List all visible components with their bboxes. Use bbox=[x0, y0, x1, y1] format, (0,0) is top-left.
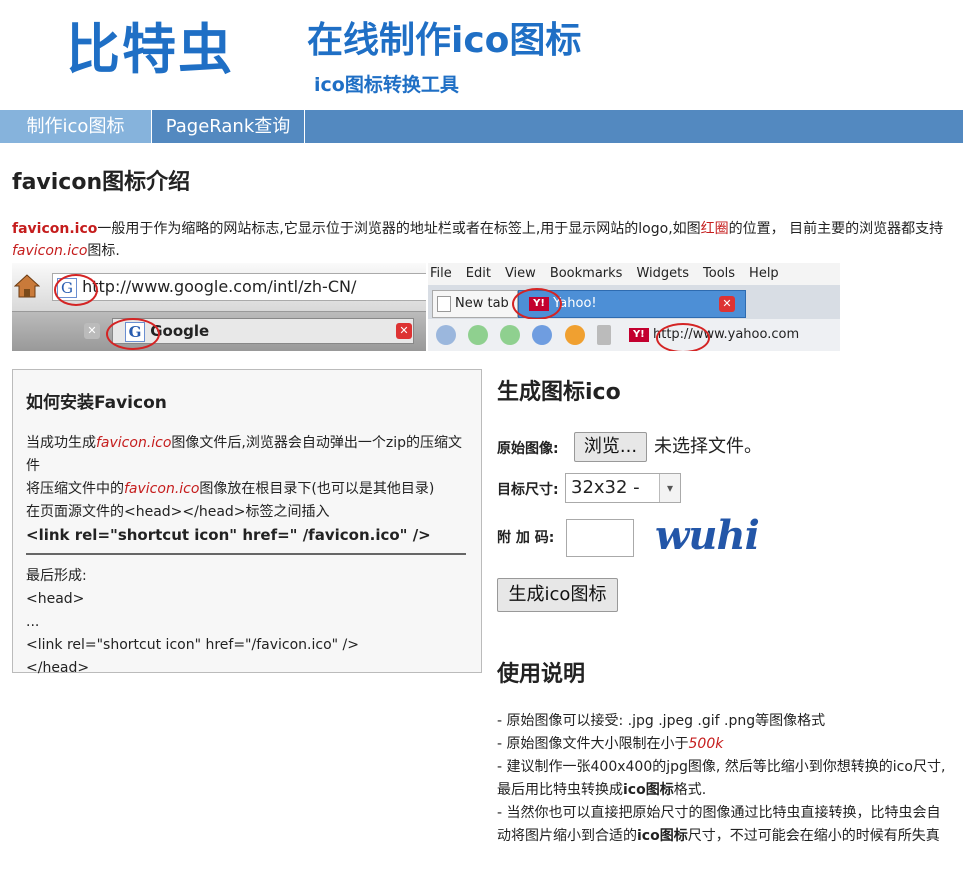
nav-bar: 制作ico图标 PageRank查询 bbox=[0, 110, 963, 143]
chevron-down-icon: ▾ bbox=[659, 474, 680, 502]
page-title: 在线制作ico图标 bbox=[307, 20, 582, 61]
forward-icon bbox=[532, 324, 553, 345]
intro-text-2: 的位置， 目前主要的浏览器都支持 bbox=[728, 221, 944, 237]
new-tab: New tab bbox=[432, 290, 518, 318]
tab-row: ✕ G Google ✕ bbox=[12, 312, 426, 351]
target-size-label: 目标尺寸: bbox=[497, 482, 559, 498]
install-favicon-box: 如何安装Favicon 当成功生成favicon.ico图像文件后,浏览器会自动… bbox=[12, 369, 482, 676]
home-icon bbox=[14, 274, 40, 298]
menu-widgets: Widgets bbox=[636, 266, 690, 281]
browser-screenshot-right: File Edit View Bookmarks Widgets Tools Help Ne… bbox=[428, 263, 840, 351]
left-url-text: http://www.google.com/intl/zh-CN/ bbox=[82, 277, 357, 296]
url-field: G http://www.google.com/intl/zh-CN/ bbox=[52, 273, 426, 301]
close-icon: ✕ bbox=[396, 323, 412, 339]
captcha-label: 附 加 码: bbox=[497, 530, 555, 546]
nav-item-pagerank[interactable]: PageRank查询 bbox=[152, 110, 305, 143]
page-icon bbox=[437, 295, 451, 312]
red-circle-highlight bbox=[54, 274, 98, 306]
browser-screenshot-left: G http://www.google.com/intl/zh-CN/ ✕ G … bbox=[12, 263, 426, 351]
intro-text-1: 一般用于作为缩略的网站标志,它显示位于浏览器的地址栏或者在标签上,用于显示网站的… bbox=[97, 221, 701, 237]
no-file-text: 未选择文件。 bbox=[654, 436, 762, 457]
menu-tools: Tools bbox=[703, 266, 736, 281]
site-logo[interactable]: 比特虫 bbox=[66, 20, 234, 80]
intro-term: favicon.ico bbox=[12, 221, 98, 237]
usage-item-4: - 当然你也可以直接把原始尺寸的图像通过比特虫直接转换，比特虫会自动将图片缩小到… bbox=[497, 805, 941, 844]
intro-paragraph: favicon.ico一般用于作为缩略的网站标志,它显示位于浏览器的地址栏或者在… bbox=[12, 218, 957, 262]
final-line-2: ... bbox=[26, 614, 40, 630]
usage-item-1: - 原始图像可以接受: .jpg .jpeg .gif .png等图像格式 bbox=[497, 713, 826, 729]
prev-icon bbox=[468, 324, 489, 345]
divider bbox=[26, 553, 466, 555]
yahoo-favicon-icon: Y! bbox=[628, 327, 649, 342]
menu-bookmarks: Bookmarks bbox=[549, 266, 623, 281]
browser-tabs: New tab Y! Yahoo! ✕ bbox=[428, 285, 840, 319]
final-label: 最后形成: bbox=[26, 568, 87, 584]
browse-button[interactable]: 浏览... bbox=[574, 432, 647, 462]
browser-toolbar: Y! http://www.yahoo.com bbox=[428, 319, 840, 351]
browser-menu-bar: File Edit View Bookmarks Widgets Tools Help bbox=[428, 263, 840, 285]
back-icon bbox=[436, 324, 456, 345]
intro-red-circle: 红圈 bbox=[700, 221, 729, 237]
usage-item-3: - 建议制作一张400x400的jpg图像, 然后等比缩小到你想转换的ico尺寸… bbox=[497, 759, 946, 798]
intro-text-end: 图标. bbox=[87, 243, 120, 259]
intro-heading: favicon图标介绍 bbox=[12, 170, 191, 195]
generate-ico-button[interactable]: 生成ico图标 bbox=[497, 578, 618, 612]
close-icon: ✕ bbox=[84, 323, 100, 339]
reload-icon bbox=[564, 324, 585, 345]
new-tab-label: New tab bbox=[455, 296, 509, 311]
usage-item-2: - 原始图像文件大小限制在小于500k bbox=[497, 736, 724, 752]
next-icon bbox=[500, 324, 521, 345]
edit-icon bbox=[596, 324, 611, 345]
target-size-value: 32x32 - bbox=[571, 477, 640, 498]
final-line-4: </head> bbox=[26, 660, 90, 676]
captcha-input[interactable] bbox=[566, 519, 634, 557]
install-heading: 如何安装Favicon bbox=[26, 393, 167, 413]
original-image-label: 原始图像: bbox=[497, 441, 559, 457]
usage-list: - 原始图像可以接受: .jpg .jpeg .gif .png等图像格式 - … bbox=[497, 710, 947, 848]
install-code: <link rel="shortcut icon" href=" /favico… bbox=[26, 526, 431, 544]
target-size-select[interactable]: 32x32 - ▾ bbox=[565, 473, 681, 503]
nav-item-make-ico[interactable]: 制作ico图标 bbox=[0, 110, 152, 143]
menu-help: Help bbox=[749, 266, 779, 281]
final-line-3: <link rel="shortcut icon" href="/favicon… bbox=[26, 637, 359, 653]
red-circle-highlight bbox=[656, 323, 710, 351]
final-line-1: <head> bbox=[26, 591, 85, 607]
menu-file: File bbox=[430, 266, 452, 281]
install-line-2: 将压缩文件中的favicon.ico图像放在根目录下(也可以是其他目录) bbox=[26, 481, 435, 497]
captcha-image[interactable]: wuhi bbox=[655, 512, 760, 560]
usage-heading: 使用说明 bbox=[497, 662, 586, 687]
page-subtitle: ico图标转换工具 bbox=[314, 74, 459, 96]
install-line-1: 当成功生成favicon.ico图像文件后,浏览器会自动弹出一个zip的压缩文件 bbox=[26, 435, 462, 474]
install-body: 当成功生成favicon.ico图像文件后,浏览器会自动弹出一个zip的压缩文件… bbox=[26, 432, 466, 680]
red-circle-highlight bbox=[512, 288, 562, 320]
red-circle-highlight bbox=[106, 318, 160, 350]
install-line-3: 在页面源文件的<head></head>标签之间插入 bbox=[26, 504, 330, 520]
menu-edit: Edit bbox=[465, 266, 491, 281]
menu-view: View bbox=[504, 266, 536, 281]
intro-italic-term: favicon.ico bbox=[12, 243, 88, 259]
generator-heading: 生成图标ico bbox=[497, 380, 621, 405]
close-icon: ✕ bbox=[719, 296, 735, 312]
